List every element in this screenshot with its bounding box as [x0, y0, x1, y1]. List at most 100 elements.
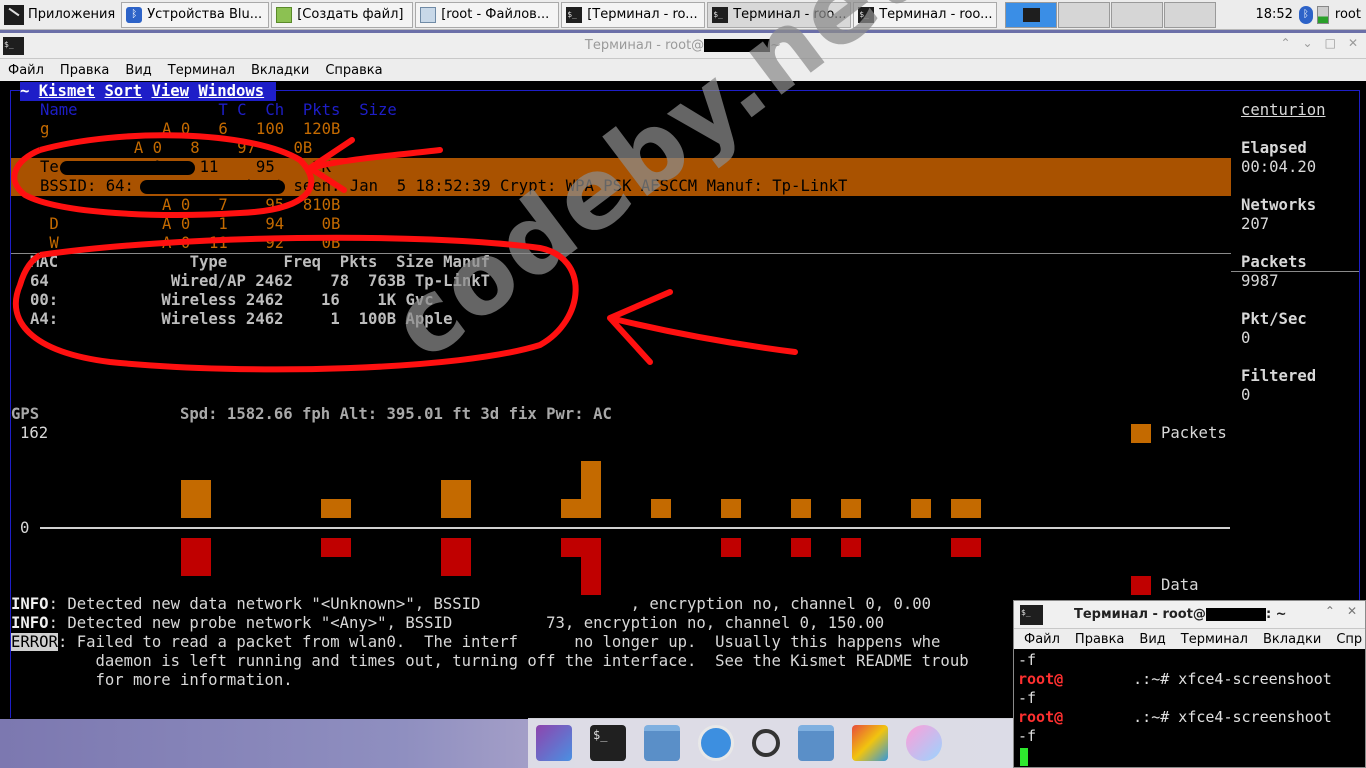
stat-value-pkt-sec: 0 — [1241, 329, 1251, 347]
search-icon[interactable] — [752, 729, 780, 757]
graph-zero-label: 0 — [20, 519, 30, 537]
menu-file[interactable]: Файл — [8, 63, 44, 78]
secondary-window-titlebar[interactable]: $_ Терминал - root@: ~ ⌃ ✕ — [1014, 601, 1365, 629]
packets-bar — [841, 499, 861, 518]
menu-tabs[interactable]: Вкладки — [1263, 632, 1321, 647]
menu-edit[interactable]: Правка — [1075, 632, 1124, 647]
screenshot-app-icon[interactable] — [536, 725, 572, 761]
network-row[interactable]: D A 0 1 94 0B — [40, 215, 340, 234]
graph-max-label: 162 — [20, 424, 49, 442]
legend-packets-swatch — [1131, 424, 1151, 443]
log-level-error: ERROR — [11, 633, 58, 651]
terminal-line: -f — [1018, 689, 1036, 708]
menu-file[interactable]: Файл — [1024, 632, 1060, 647]
graphics-app-icon[interactable] — [852, 725, 888, 761]
data-bar — [951, 538, 981, 557]
restore-icon[interactable]: ⌄ — [1303, 36, 1313, 50]
network-row[interactable]: W A 0 11 92 0B — [40, 234, 340, 253]
stat-value-elapsed: 00:04.20 — [1241, 158, 1317, 176]
user-menu[interactable]: root — [1335, 7, 1361, 22]
packets-bar — [581, 461, 601, 518]
data-bar — [441, 538, 471, 576]
kismet-menu-sort[interactable]: Sort — [105, 82, 143, 100]
maximize-icon[interactable]: □ — [1325, 36, 1336, 50]
network-row[interactable]: A 0 8 97 0B — [40, 139, 312, 158]
menu-terminal[interactable]: Терминал — [1181, 632, 1248, 647]
network-row[interactable]: g A 0 6 100 120B — [40, 120, 340, 139]
maximize-icon[interactable]: ⌃ — [1325, 604, 1335, 618]
stat-value-networks: 207 — [1241, 215, 1270, 233]
kismet-menu-view[interactable]: View — [151, 82, 189, 100]
pony-icon[interactable] — [906, 725, 942, 761]
log-line: daemon is left running and times out, tu… — [11, 652, 969, 670]
applications-menu-label: Приложения — [28, 7, 116, 22]
network-tray-icon[interactable] — [1316, 5, 1329, 24]
terminal-line: root@ .:~# xfce4-screenshoot — [1018, 670, 1332, 689]
terminal-line: -f — [1018, 727, 1036, 746]
terminal-icon: $_ — [712, 6, 729, 23]
bluetooth-tray-icon[interactable]: ᛒ — [1298, 5, 1313, 24]
terminal-line-text: .:~# xfce4-screenshoot — [1133, 708, 1332, 726]
workspace-1[interactable] — [1005, 1, 1058, 28]
redaction-mark — [140, 180, 285, 194]
window-controls: ⌃ ⌄ □ ✕ — [1280, 36, 1358, 50]
packets-bar — [561, 499, 581, 518]
secondary-terminal-output[interactable]: -f root@ .:~# xfce4-screenshoot -f root@.… — [1014, 649, 1365, 767]
terminal-line-text: -f — [1018, 689, 1037, 707]
packets-bar — [721, 499, 741, 518]
menu-view[interactable]: Вид — [125, 63, 151, 78]
workspace-3[interactable] — [1111, 1, 1164, 28]
text-editor-icon — [276, 6, 293, 23]
network-row[interactable]: A 0 7 95 810B — [40, 196, 340, 215]
data-bar — [581, 538, 601, 595]
dock: $_ — [528, 718, 1013, 768]
browser-icon[interactable] — [698, 725, 734, 761]
folder-icon[interactable] — [644, 725, 680, 761]
terminal-dock-icon[interactable]: $_ — [590, 725, 626, 761]
menu-view[interactable]: Вид — [1139, 632, 1165, 647]
secondary-window-menubar: Файл Правка Вид Терминал Вкладки Спр — [1014, 629, 1365, 649]
log-line: ERROR: Failed to read a packet from wlan… — [11, 633, 940, 652]
kismet-menu-kismet[interactable]: Kismet — [39, 82, 95, 100]
legend-data-label: Data — [1161, 576, 1199, 594]
task-label: [Создать файл] — [297, 7, 404, 22]
folder-icon[interactable] — [798, 725, 834, 761]
minimize-icon[interactable]: ⌃ — [1280, 36, 1290, 50]
task-create-file[interactable]: [Создать файл] — [271, 1, 414, 28]
close-icon[interactable]: ✕ — [1347, 604, 1357, 618]
packets-bar — [181, 480, 211, 518]
log-level: INFO — [11, 595, 49, 613]
task-bluetooth-devices[interactable]: ᛒ Устройства Blu... — [121, 1, 270, 28]
workspace-2[interactable] — [1058, 1, 1111, 28]
menu-help[interactable]: Спр — [1336, 632, 1362, 647]
menu-terminal[interactable]: Терминал — [168, 63, 235, 78]
redacted-hostname — [1205, 608, 1266, 621]
terminal-line: root@ .:~# xfce4-screenshoot — [1018, 708, 1332, 727]
menu-tabs[interactable]: Вкладки — [251, 63, 309, 78]
secondary-terminal-window: $_ Терминал - root@: ~ ⌃ ✕ Файл Правка В… — [1013, 600, 1366, 768]
task-terminal-1[interactable]: $_ [Терминал - ro... — [561, 1, 706, 28]
kismet-menu-bar: ~ Kismet Sort View Windows — [20, 82, 277, 101]
data-bar — [721, 538, 741, 557]
packets-bar — [441, 480, 471, 518]
log-line: for more information. — [11, 671, 293, 689]
packets-bar — [951, 499, 981, 518]
applications-menu[interactable]: Приложения — [0, 0, 121, 30]
terminal-line-text: .:~# xfce4-screenshoot — [1133, 670, 1332, 688]
data-bar — [181, 538, 211, 576]
log-level: INFO — [11, 614, 49, 632]
close-icon[interactable]: ✕ — [1348, 36, 1358, 50]
terminal-icon: $_ — [1020, 604, 1043, 625]
clock[interactable]: 18:52 — [1255, 7, 1292, 22]
data-bar — [791, 538, 811, 557]
workspace-4[interactable] — [1164, 1, 1217, 28]
task-file-manager[interactable]: [root - Файлов... — [415, 1, 560, 28]
workspace-switcher — [1005, 1, 1217, 28]
top-panel: Приложения ᛒ Устройства Blu... [Создать … — [0, 0, 1366, 30]
menu-edit[interactable]: Правка — [60, 63, 109, 78]
app-menu-icon — [4, 4, 24, 25]
menu-help[interactable]: Справка — [325, 63, 382, 78]
stat-label-packets: Packets — [1241, 253, 1307, 271]
kismet-menu-windows[interactable]: Windows — [198, 82, 264, 100]
log-line: INFO: Detected new probe network "<Any>"… — [11, 614, 884, 633]
